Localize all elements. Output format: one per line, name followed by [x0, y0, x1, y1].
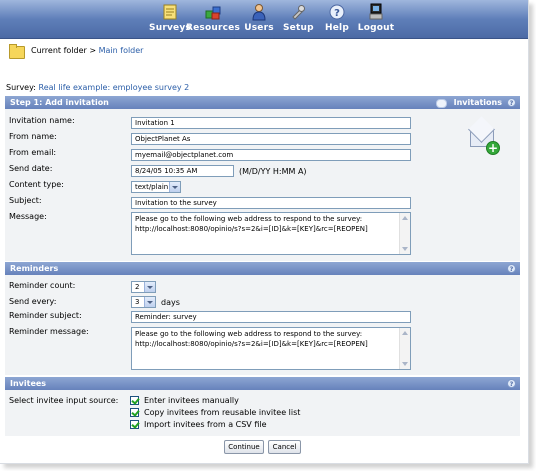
breadcrumb-prefix: Current folder > — [31, 46, 99, 55]
nav-logout[interactable]: Logout — [356, 2, 396, 33]
add-invitation-icon: + — [486, 141, 500, 155]
reminder-count-value: 2 — [135, 283, 140, 291]
nav-resources[interactable]: Resources — [184, 2, 242, 33]
send-date-format-hint: (M/D/YY H:MM A) — [239, 167, 307, 176]
survey-label: Survey: — [6, 83, 36, 92]
nav-resources-label: Resources — [185, 23, 241, 33]
resources-icon — [205, 6, 221, 20]
invitees-title: Invitees — [10, 379, 47, 388]
setup-icon — [292, 5, 305, 20]
send-date-label: Send date: — [9, 164, 53, 173]
nav-logout-label: Logout — [357, 23, 395, 33]
cancel-button[interactable]: Cancel — [268, 440, 301, 454]
reminder-count-select[interactable]: 2 — [131, 281, 156, 293]
chevron-down-icon — [169, 182, 180, 192]
content-type-select[interactable]: text/plain — [131, 181, 181, 193]
nav-help[interactable]: ? Help — [323, 2, 351, 33]
import-csv-checkbox[interactable] — [130, 420, 139, 429]
from-email-input[interactable]: myemail@objectplanet.com — [131, 149, 411, 161]
continue-button[interactable]: Continue — [224, 440, 264, 454]
reminders-header: Reminders ? — [5, 262, 520, 275]
app-frame: Surveys Resources Users Setup ? Help Log… — [0, 0, 529, 464]
message-scrollbar[interactable] — [399, 213, 410, 254]
surveys-icon — [163, 4, 177, 20]
folder-icon — [9, 44, 25, 59]
reminder-message-line-1: Please go to the following web address t… — [135, 330, 363, 338]
import-csv-label: Import invitees from a CSV file — [144, 420, 267, 429]
nav-help-label: Help — [325, 23, 349, 33]
invitations-badge-icon — [436, 99, 447, 108]
invitation-name-input[interactable]: Invitation 1 — [131, 117, 411, 129]
send-every-label: Send every: — [9, 297, 57, 306]
logout-icon — [369, 3, 383, 20]
copy-from-list-label: Copy invitees from reusable invitee list — [144, 408, 301, 417]
invitees-header: Invitees ? — [5, 377, 520, 390]
subject-input[interactable]: Invitation to the survey — [131, 197, 411, 209]
users-icon — [252, 4, 266, 21]
invitation-name-label: Invitation name: — [9, 116, 75, 125]
invitations-side-title: Invitations — [453, 98, 502, 107]
from-name-input[interactable]: ObjectPlanet As — [131, 133, 411, 145]
step1-help-icon[interactable]: ? — [507, 98, 516, 107]
survey-line: Survey: Real life example: employee surv… — [6, 83, 189, 92]
send-every-value: 3 — [135, 298, 140, 306]
nav-setup[interactable]: Setup — [283, 2, 314, 33]
send-every-unit: days — [161, 298, 180, 307]
reminders-help-icon[interactable]: ? — [507, 264, 516, 273]
invitee-source-label: Select invitee input source: — [9, 396, 119, 405]
step1-header: Step 1: Add invitation Invitations ? — [5, 96, 520, 109]
content-type-value: text/plain — [135, 183, 169, 191]
from-name-label: From name: — [9, 132, 57, 141]
chevron-down-icon — [144, 282, 155, 292]
reminders-title: Reminders — [10, 264, 59, 273]
invitees-help-icon[interactable]: ? — [507, 379, 516, 388]
step1-title: Step 1: Add invitation — [10, 98, 109, 107]
send-every-select[interactable]: 3 — [131, 296, 156, 308]
reminder-subject-label: Reminder subject: — [9, 311, 82, 320]
chevron-down-icon — [144, 297, 155, 307]
svg-text:?: ? — [334, 8, 340, 19]
nav-users-label: Users — [244, 23, 274, 33]
nav-users[interactable]: Users — [243, 2, 275, 33]
enter-manually-label: Enter invitees manually — [144, 396, 239, 405]
reminder-count-label: Reminder count: — [9, 281, 76, 290]
help-icon: ? — [329, 4, 345, 20]
reminder-message-line-2: http://localhost:8080/opinio/s?s=2&i=[ID… — [135, 340, 368, 348]
from-email-label: From email: — [9, 148, 57, 157]
nav-setup-label: Setup — [283, 23, 314, 33]
enter-manually-checkbox[interactable] — [130, 396, 139, 405]
content-type-label: Content type: — [9, 180, 64, 189]
message-line-1: Please go to the following web address t… — [135, 215, 363, 223]
reminder-subject-input[interactable]: Reminder: survey — [131, 311, 411, 323]
subject-label: Subject: — [9, 196, 42, 205]
copy-from-list-checkbox[interactable] — [130, 408, 139, 417]
send-date-input[interactable]: 8/24/05 10:35 AM — [131, 165, 234, 177]
breadcrumb-folder-link[interactable]: Main folder — [99, 46, 144, 55]
reminder-message-scrollbar[interactable] — [399, 328, 410, 369]
reminder-message-textarea[interactable]: Please go to the following web address t… — [131, 327, 411, 370]
survey-name-link[interactable]: Real life example: employee survey 2 — [39, 83, 190, 92]
top-navigation: Surveys Resources Users Setup ? Help Log… — [0, 0, 528, 39]
message-label: Message: — [9, 212, 47, 221]
message-textarea[interactable]: Please go to the following web address t… — [131, 212, 411, 255]
reminder-message-label: Reminder message: — [9, 327, 89, 336]
message-line-2: http://localhost:8080/opinio/s?s=2&i=[ID… — [135, 225, 368, 233]
